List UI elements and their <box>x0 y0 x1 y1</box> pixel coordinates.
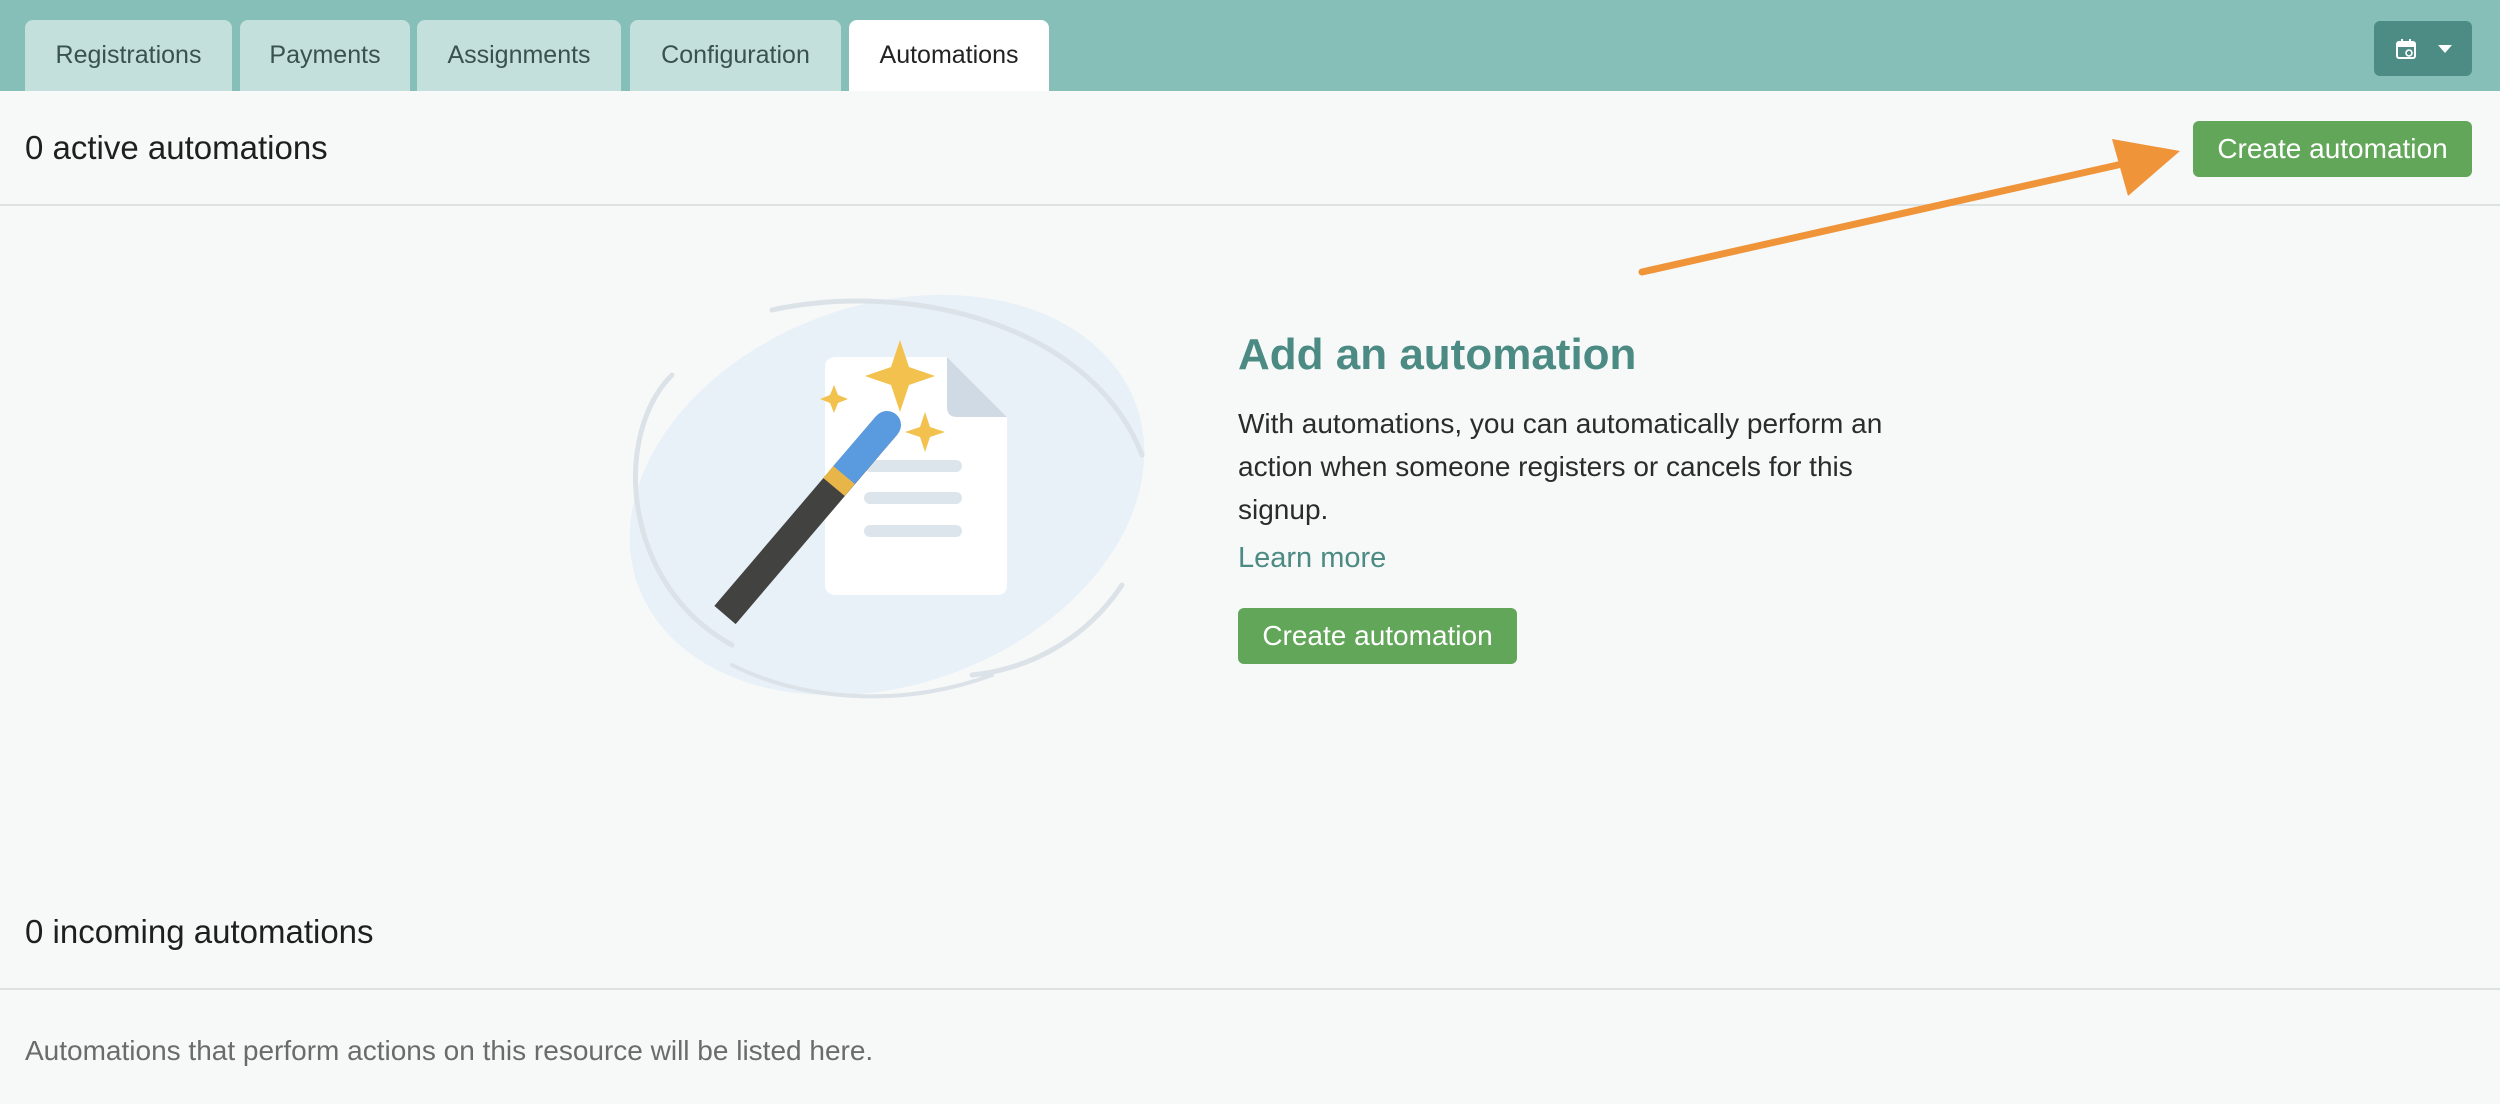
tab-assignments[interactable]: Assignments <box>417 20 621 91</box>
tab-configuration[interactable]: Configuration <box>630 20 841 91</box>
tab-registrations[interactable]: Registrations <box>25 20 232 91</box>
empty-state-description: With automations, you can automatically … <box>1238 408 1883 525</box>
active-automations-count: 0 active automations <box>25 129 328 166</box>
empty-state-title: Add an automation <box>1238 330 1637 379</box>
calendar-sync-icon <box>2396 38 2416 59</box>
incoming-automations-description: Automations that perform actions on this… <box>25 1035 874 1066</box>
page: Registrations Payments Assignments Confi… <box>0 0 2500 1104</box>
incoming-automations-header: 0 incoming automations <box>0 895 2500 990</box>
magic-wand-document-icon <box>629 294 1145 699</box>
tab-payments[interactable]: Payments <box>240 20 410 91</box>
tab-bar: Registrations Payments Assignments Confi… <box>0 0 2500 91</box>
incoming-automations-count: 0 incoming automations <box>25 913 374 950</box>
tab-automations[interactable]: Automations <box>849 20 1049 91</box>
create-automation-button[interactable]: Create automation <box>1238 608 1517 664</box>
calendar-dropdown-button[interactable] <box>2374 21 2472 76</box>
active-automations-header: 0 active automations Create automation <box>0 91 2500 206</box>
caret-down-icon <box>2438 44 2452 53</box>
create-automation-button-top[interactable]: Create automation <box>2193 121 2472 177</box>
learn-more-link[interactable]: Learn more <box>1238 542 1386 575</box>
